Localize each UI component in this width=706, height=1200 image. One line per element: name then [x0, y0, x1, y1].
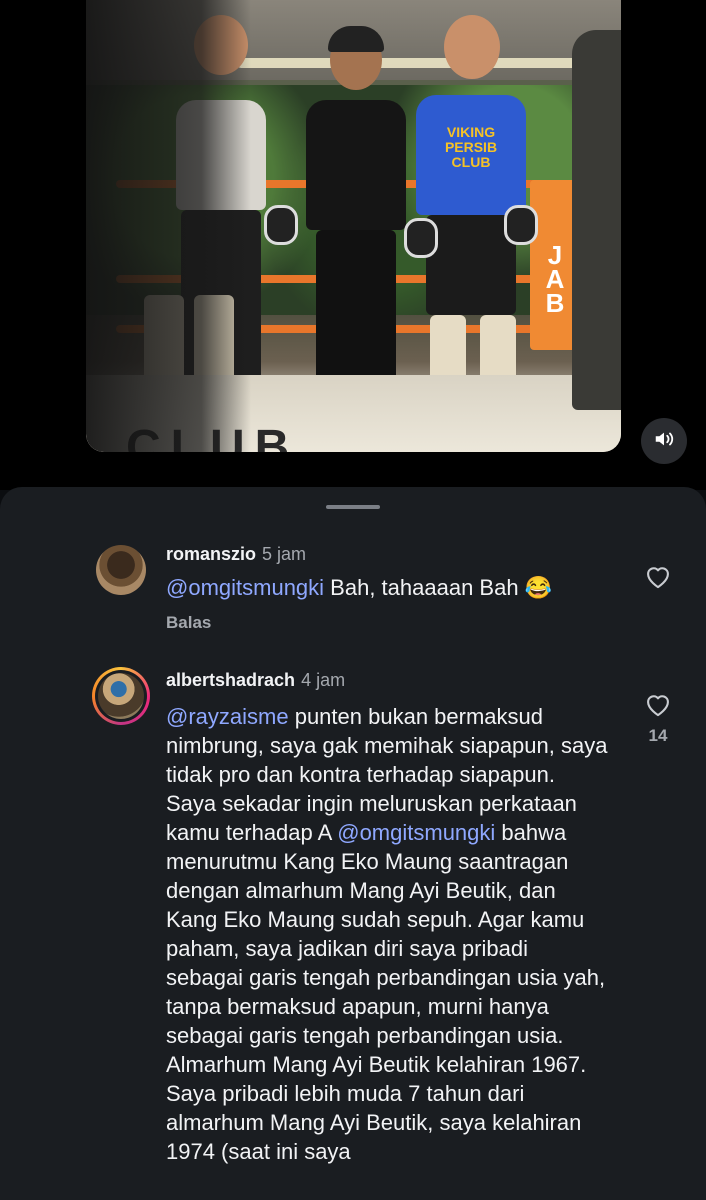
- comment-username[interactable]: romanszio: [166, 544, 256, 564]
- heart-outline-icon: [644, 567, 672, 593]
- like-count: 14: [648, 726, 668, 745]
- comment-text: @omgitsmungki Bah, tahaaaan Bah 😂: [166, 573, 626, 602]
- comments-sheet: romanszio 5 jam @omgitsmungki Bah, tahaaa…: [0, 487, 706, 1200]
- like-button[interactable]: 14: [641, 691, 675, 746]
- like-button[interactable]: [641, 563, 675, 594]
- heart-outline-icon: [644, 695, 672, 721]
- comment-text: @rayzaisme punten bukan bermaksud nimbru…: [166, 702, 611, 1166]
- speaker-volume-icon: [653, 428, 675, 455]
- comment-text-body: Bah, tahaaaan Bah 😂: [324, 575, 553, 600]
- comment-username[interactable]: albertshadrach: [166, 670, 295, 690]
- jersey-text: VIKING PERSIB CLUB: [444, 124, 498, 170]
- reply-button[interactable]: Balas: [166, 613, 211, 633]
- comment-time: 4 jam: [301, 670, 346, 690]
- comment-text-body: bahwa menurutmu Kang Eko Maung saantraga…: [166, 820, 606, 1164]
- drag-handle[interactable]: [326, 505, 380, 509]
- person-middle: [306, 26, 406, 390]
- person-edge-right: [572, 30, 621, 410]
- comment-time: 5 jam: [262, 544, 307, 564]
- mention-link[interactable]: @rayzaisme: [166, 704, 289, 729]
- corner-pad-text: JAB: [540, 240, 570, 312]
- sound-toggle-button[interactable]: [641, 418, 687, 464]
- boxing-glove: [264, 205, 298, 245]
- video-player[interactable]: JAB VIKING PERSIB CLUB CLUB: [86, 0, 621, 452]
- avatar: [98, 673, 144, 719]
- avatar[interactable]: [96, 545, 146, 595]
- mention-link[interactable]: @omgitsmungki: [337, 820, 495, 845]
- boxing-glove: [404, 218, 438, 258]
- mention-link[interactable]: @omgitsmungki: [166, 575, 324, 600]
- boxing-glove: [504, 205, 538, 245]
- comment-meta: romanszio 5 jam: [166, 543, 306, 565]
- scene-light: [236, 58, 596, 68]
- video-area: JAB VIKING PERSIB CLUB CLUB: [0, 0, 706, 490]
- foreground-shadow: [86, 0, 251, 452]
- comment-meta: albertshadrach 4 jam: [166, 669, 345, 691]
- avatar-story-ring[interactable]: [92, 667, 150, 725]
